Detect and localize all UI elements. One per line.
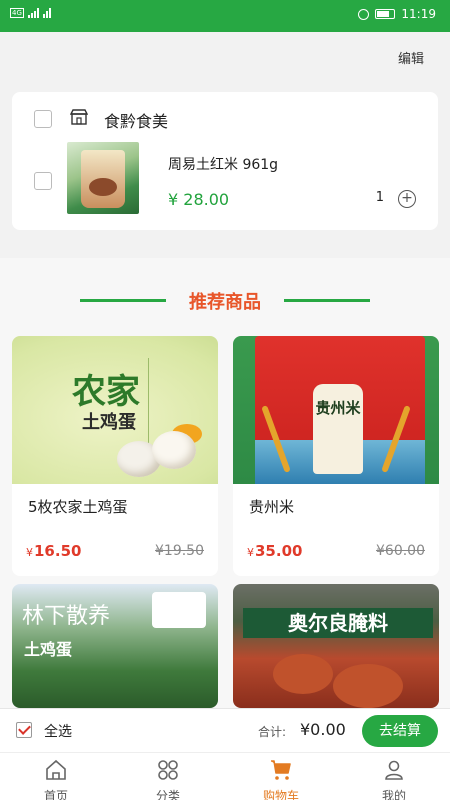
status-time: 11:19 [401,7,436,21]
goods-price: ¥35.00 [247,542,303,560]
tab-category[interactable]: 分类 [112,753,224,800]
edit-button[interactable]: 编辑 [398,48,424,67]
home-icon [46,759,66,780]
goods-image: 林下散养 土鸡蛋 [12,584,218,708]
goods-price: ¥16.50 [26,542,82,560]
battery-icon [375,9,396,19]
tab-label: 我的 [381,789,406,800]
tab-bar: 首页 分类 购物车 我的 [0,752,450,800]
profile-icon [385,760,403,780]
image-text: 林下散养 [22,604,111,629]
image-text: 贵州米 [315,399,361,417]
plus-icon[interactable]: + [398,190,416,208]
product-price: ¥ 28.00 [168,190,230,209]
recommend-title: 推荐商品 [189,292,261,313]
wifi-icon [42,8,51,18]
quantity-value: 1 [375,190,384,205]
goods-image: 贵州米 [233,336,439,484]
goods-old-price: ¥60.00 [376,543,425,559]
tab-profile[interactable]: 我的 [338,753,450,800]
checkout-bar: 全选 合计: ¥0.00 去结算 [0,708,450,752]
goods-name: 5枚农家土鸡蛋 [28,498,128,516]
select-all-checkbox[interactable] [16,722,32,738]
signal-icon [27,8,39,18]
goods-name: 贵州米 [249,498,295,516]
alarm-icon [358,8,370,20]
goods-image: 奥尔良腌料 [233,584,439,708]
image-subtext: 土鸡蛋 [24,640,73,659]
goods-old-price: ¥19.50 [155,543,204,559]
tab-cart[interactable]: 购物车 [225,753,337,800]
shop-icon [70,109,88,125]
goods-image: 农家 土鸡蛋 [12,336,218,484]
goods-card[interactable]: 贵州米 贵州米 ¥35.00 ¥60.00 [233,336,439,576]
product-name[interactable]: 周易土红米 961g [168,154,278,174]
goods-card[interactable]: 奥尔良腌料 [233,584,439,708]
cart-icon [271,760,291,780]
image-text: 农家 [72,372,140,412]
cart-shop-card: 食黔食美 周易土红米 961g ¥ 28.00 1 + [12,92,438,230]
shop-checkbox[interactable] [34,110,52,128]
total-label: 合计: [258,725,287,739]
select-all-label[interactable]: 全选 [44,721,72,741]
product-image[interactable] [67,142,139,214]
goods-card[interactable]: 林下散养 土鸡蛋 [12,584,218,708]
tab-label: 首页 [43,789,68,800]
goods-card[interactable]: 农家 土鸡蛋 5枚农家土鸡蛋 ¥16.50 ¥19.50 [12,336,218,576]
total-value: ¥0.00 [300,720,346,739]
tab-label: 购物车 [262,789,299,800]
image-subtext: 土鸡蛋 [82,412,136,433]
checkout-button[interactable]: 去结算 [362,715,438,747]
shop-name: 食黔食美 [104,112,169,131]
status-bar: 4G 11:19 [0,0,450,32]
item-checkbox[interactable] [34,172,52,190]
tab-home[interactable]: 首页 [0,753,112,800]
image-text: 奥尔良腌料 [243,608,433,638]
network-badge: 4G [10,8,24,18]
tab-label: 分类 [155,789,180,800]
category-icon [158,760,178,780]
